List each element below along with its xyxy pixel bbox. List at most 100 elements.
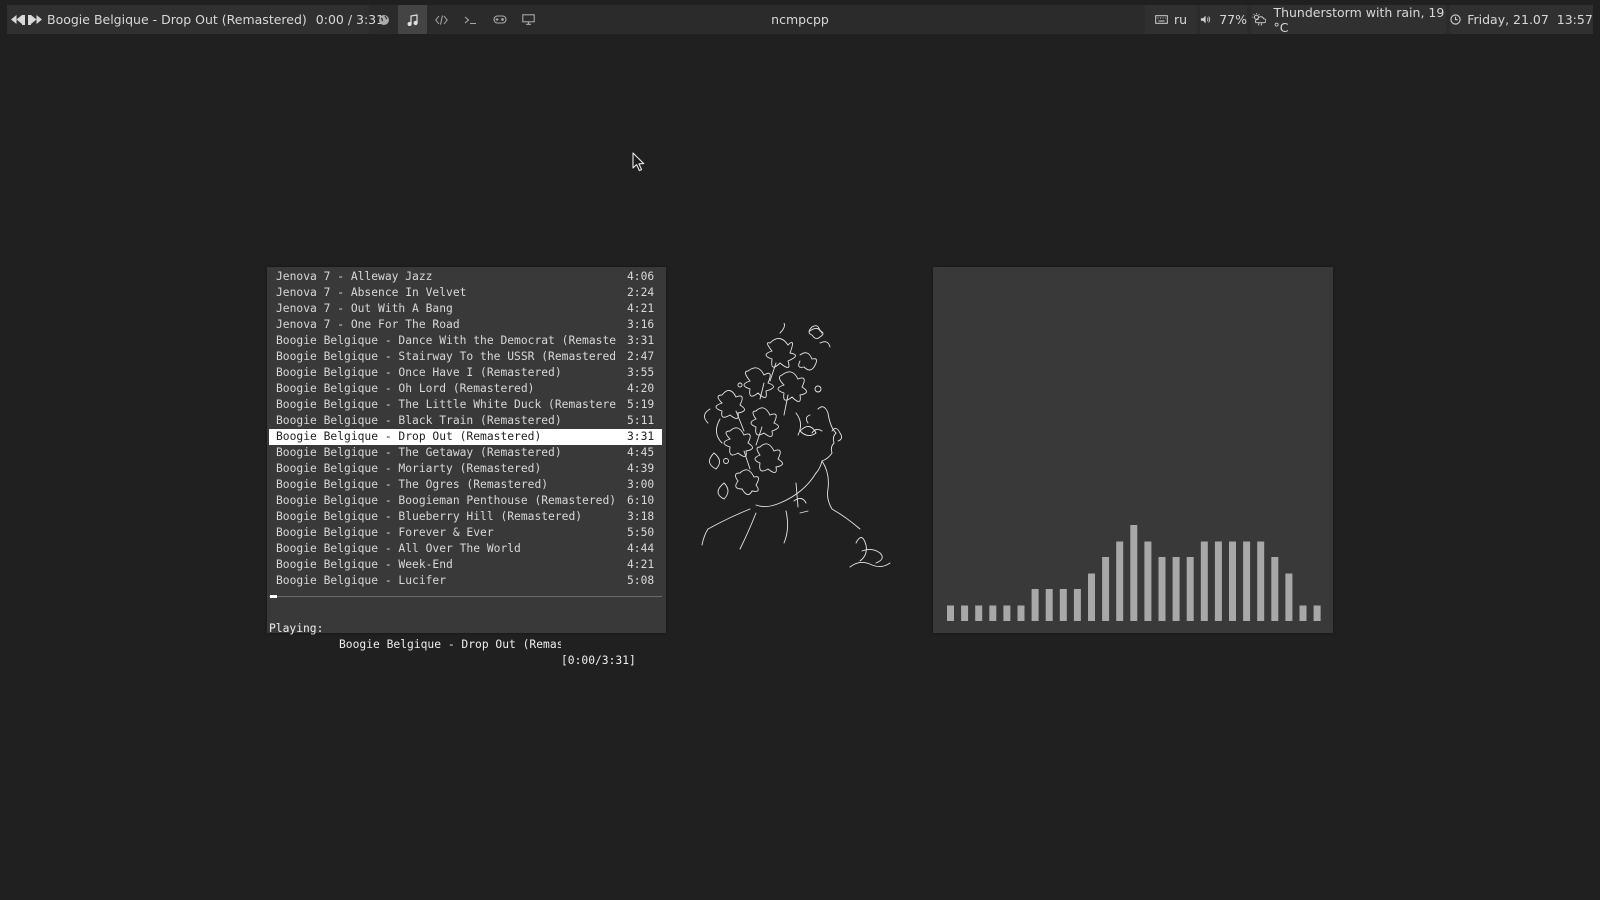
playlist-row[interactable]: Boogie Belgique - Lucifer 5:08 bbox=[269, 573, 662, 589]
terminal-icon[interactable] bbox=[456, 5, 485, 34]
monitor-icon[interactable] bbox=[514, 5, 543, 34]
playlist-row[interactable]: Boogie Belgique - Week-End 4:21 bbox=[269, 557, 662, 573]
playlist-row-duration: 6:10 bbox=[627, 494, 655, 507]
playlist-row-duration: 3:31 bbox=[627, 334, 655, 347]
ncmpcpp-terminal[interactable]: Jenova 7 - Alleway Jazz 4:06 Jenova 7 - Ab… bbox=[267, 267, 666, 667]
visualizer-bar bbox=[1031, 589, 1039, 621]
thunderstorm-icon bbox=[1252, 13, 1267, 26]
playlist-row[interactable]: Boogie Belgique - Dance With the Democra… bbox=[269, 333, 662, 349]
playlist-row[interactable]: Boogie Belgique - The Little White Duck … bbox=[269, 397, 662, 413]
playlist-row-duration: 5:19 bbox=[627, 398, 655, 411]
speaker-icon bbox=[1200, 15, 1211, 24]
status-time: [0:00/3:31] bbox=[561, 654, 636, 667]
pause-icon[interactable] bbox=[22, 5, 31, 34]
clock-label: Friday, 21.07 13:57 bbox=[1467, 12, 1593, 27]
playlist-row[interactable]: Boogie Belgique - Once Have I (Remastere… bbox=[269, 365, 662, 381]
visualizer-bar bbox=[1158, 557, 1166, 621]
status-song: Boogie Belgique - Drop Out (Remast bbox=[339, 638, 561, 651]
visualizer-bar bbox=[1172, 557, 1180, 621]
playlist-row[interactable]: Boogie Belgique - All Over The World 4:44 bbox=[269, 541, 662, 557]
spectrum-visualizer bbox=[947, 525, 1321, 621]
visualizer-bar bbox=[1116, 541, 1124, 621]
volume-label: 77% bbox=[1219, 12, 1247, 27]
playlist-row-duration: 4:20 bbox=[627, 382, 655, 395]
playlist-row-title: Jenova 7 - Out With A Bang bbox=[276, 302, 453, 315]
playlist-row[interactable]: Jenova 7 - One For The Road 3:16 bbox=[269, 317, 662, 333]
visualizer-bar bbox=[989, 605, 997, 621]
mouse-cursor-icon bbox=[632, 152, 645, 172]
top-bar: ncmpcpp Boogie Belgique - Drop Out (Rema… bbox=[7, 5, 1593, 35]
playlist-row[interactable]: Boogie Belgique - Blueberry Hill (Remast… bbox=[269, 509, 662, 525]
playlist-row-title: Boogie Belgique - Drop Out (Remastered) bbox=[276, 430, 542, 443]
playlist-row[interactable]: Boogie Belgique - Stairway To the USSR (… bbox=[269, 349, 662, 365]
playlist-row-title: Boogie Belgique - Week-End bbox=[276, 558, 453, 571]
playlist-row-title: Boogie Belgique - Forever & Ever bbox=[276, 526, 494, 539]
media-controls: Boogie Belgique - Drop Out (Remastered) … bbox=[7, 5, 384, 34]
visualizer-bar bbox=[1130, 525, 1138, 621]
visualizer-bar bbox=[1229, 541, 1236, 621]
visualizer-bar bbox=[1285, 573, 1293, 621]
keyboard-layout-label: ru bbox=[1173, 12, 1188, 27]
visualizer-bar bbox=[1299, 605, 1307, 621]
workspace-tags bbox=[369, 5, 543, 34]
playlist-row-title: Jenova 7 - One For The Road bbox=[276, 318, 460, 331]
weather-widget[interactable]: Thunderstorm with rain, 19 °C bbox=[1251, 5, 1446, 35]
playlist-row-title: Boogie Belgique - Boogieman Penthouse (R… bbox=[276, 494, 617, 507]
playlist-row-duration: 4:21 bbox=[627, 302, 655, 315]
playlist-row[interactable]: Boogie Belgique - Forever & Ever 5:50 bbox=[269, 525, 662, 541]
playlist-row[interactable]: Jenova 7 - Absence In Velvet 2:24 bbox=[269, 285, 662, 301]
visualizer-bar bbox=[1073, 589, 1081, 621]
playlist-row[interactable]: Boogie Belgique - Drop Out (Remastered) 3… bbox=[269, 429, 662, 445]
playlist-row[interactable]: Jenova 7 - Alleway Jazz 4:06 bbox=[269, 269, 662, 285]
playlist-row[interactable]: Boogie Belgique - Black Train (Remastere… bbox=[269, 413, 662, 429]
playlist-row-duration: 2:47 bbox=[627, 350, 655, 363]
gamepad-icon[interactable] bbox=[485, 5, 514, 34]
playlist-row-title: Boogie Belgique - Dance With the Democra… bbox=[276, 334, 617, 347]
visualizer-bar bbox=[1271, 557, 1279, 621]
playlist-row-duration: 5:50 bbox=[627, 526, 655, 539]
visualizer-bar bbox=[1243, 541, 1251, 621]
playlist-row-duration: 3:31 bbox=[627, 430, 655, 443]
playlist-row-duration: 4:21 bbox=[627, 558, 655, 571]
playlist-row-title: Boogie Belgique - The Getaway (Remastere… bbox=[276, 446, 562, 459]
visualizer-bar bbox=[1017, 605, 1025, 621]
previous-icon[interactable] bbox=[11, 5, 22, 34]
visualizer-bar bbox=[1200, 541, 1208, 621]
playlist-row-duration: 3:16 bbox=[627, 318, 655, 331]
visualizer-bar bbox=[947, 605, 954, 621]
playlist-row-duration: 5:11 bbox=[627, 414, 655, 427]
visualizer-bar bbox=[1059, 589, 1067, 621]
playlist-row[interactable]: Boogie Belgique - Boogieman Penthouse (R… bbox=[269, 493, 662, 509]
volume-indicator[interactable]: 77% bbox=[1200, 5, 1247, 34]
playlist-row[interactable]: Boogie Belgique - Oh Lord (Remastered) 4:… bbox=[269, 381, 662, 397]
status-line: Playing: Boogie Belgique - Drop Out (Rem… bbox=[269, 605, 662, 667]
playlist-row-duration: 5:08 bbox=[627, 574, 655, 587]
playlist-row-title: Jenova 7 - Alleway Jazz bbox=[276, 270, 433, 283]
next-icon[interactable] bbox=[31, 5, 42, 34]
playlist-row[interactable]: Boogie Belgique - Moriarty (Remastered) 4… bbox=[269, 461, 662, 477]
visualizer-bar bbox=[1257, 541, 1265, 621]
keyboard-icon bbox=[1155, 15, 1168, 24]
keyboard-layout-indicator[interactable]: ru bbox=[1145, 5, 1197, 34]
status-label: Playing: bbox=[269, 622, 324, 635]
playlist-row-title: Boogie Belgique - Blueberry Hill (Remast… bbox=[276, 510, 583, 523]
playlist-row[interactable]: Boogie Belgique - The Getaway (Remastere… bbox=[269, 445, 662, 461]
now-playing-title[interactable]: Boogie Belgique - Drop Out (Remastered) bbox=[47, 12, 307, 27]
playlist-row[interactable]: Boogie Belgique - The Ogres (Remastered)… bbox=[269, 477, 662, 493]
visualizer-bar bbox=[1214, 541, 1222, 621]
code-icon[interactable] bbox=[427, 5, 456, 34]
playlist-row-duration: 2:24 bbox=[627, 286, 655, 299]
playlist-row-duration: 4:45 bbox=[627, 446, 655, 459]
visualizer-bar bbox=[961, 605, 969, 621]
visualizer-bar bbox=[1186, 557, 1194, 621]
clock-widget[interactable]: Friday, 21.07 13:57 bbox=[1450, 5, 1593, 34]
globe-icon[interactable] bbox=[369, 5, 398, 34]
visualizer-bar bbox=[1313, 605, 1321, 621]
playlist-row-title: Boogie Belgique - Stairway To the USSR (… bbox=[276, 350, 617, 363]
visualizer-bar bbox=[975, 605, 983, 621]
visualizer-terminal[interactable] bbox=[933, 267, 1333, 633]
playlist-row-duration: 3:18 bbox=[627, 510, 655, 523]
progress-track[interactable] bbox=[269, 596, 662, 597]
music-note-icon[interactable] bbox=[398, 5, 427, 34]
playlist-row[interactable]: Jenova 7 - Out With A Bang 4:21 bbox=[269, 301, 662, 317]
